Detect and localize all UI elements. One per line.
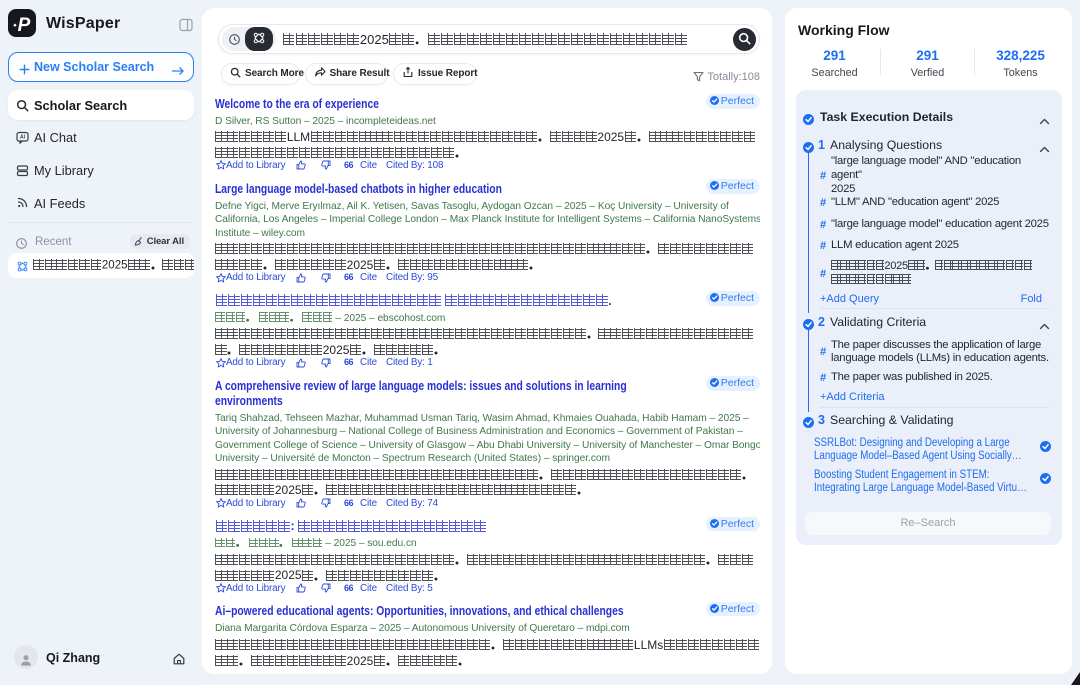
svg-text:P: P [18,15,31,36]
svg-text:AI: AI [20,134,26,140]
